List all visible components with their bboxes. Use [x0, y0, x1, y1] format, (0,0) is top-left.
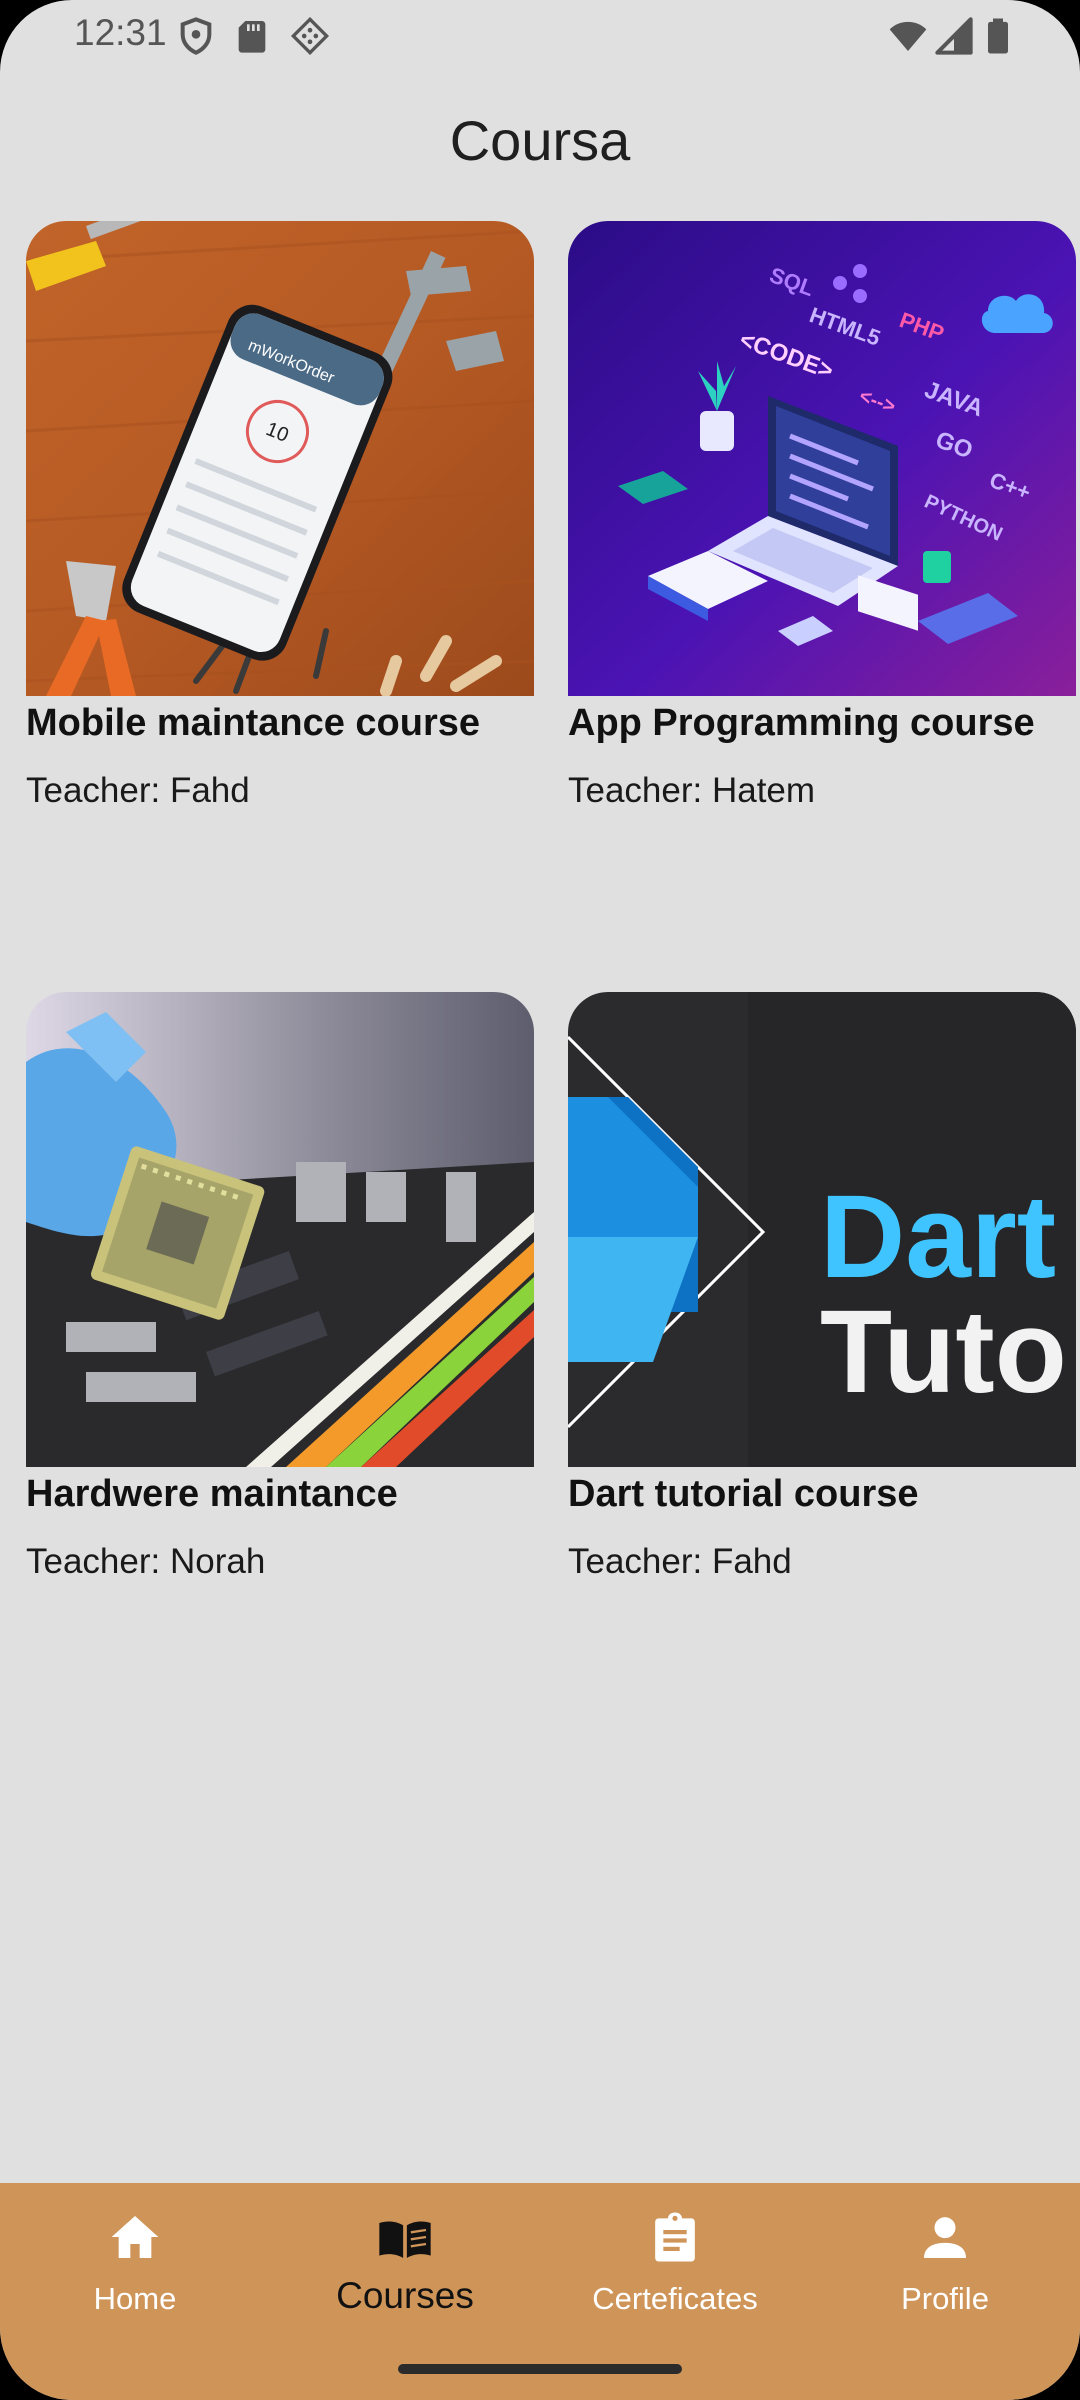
course-image-phone-on-wood[interactable]: mWorkOrder 10: [26, 221, 534, 696]
nav-item-home[interactable]: Home: [0, 2209, 270, 2339]
home-indicator[interactable]: [398, 2364, 682, 2374]
course-card-app-programming[interactable]: SQL HTML5 <CODE> PHP JAVA GO C++ PYTHON …: [568, 221, 1076, 811]
nav-label-certificates: Certeficates: [592, 2281, 758, 2316]
nav-item-certificates[interactable]: Certeficates: [540, 2209, 810, 2339]
battery-icon: [988, 18, 1008, 54]
nav-label-home: Home: [93, 2281, 177, 2316]
dart-image-word: Dart: [820, 1171, 1056, 1303]
course-teacher: Teacher: Fahd: [568, 1542, 792, 1581]
course-card-dart-tutorial[interactable]: Dart Tuto Dart tutorial course Teacher: …: [568, 992, 1076, 1582]
tuto-image-word: Tuto: [820, 1286, 1067, 1418]
course-image-dart-logo[interactable]: Dart Tuto: [568, 992, 1076, 1467]
clipboard-icon: [655, 2212, 695, 2262]
signal-icon: [935, 17, 973, 55]
nav-label-profile: Profile: [901, 2281, 989, 2316]
course-title[interactable]: Mobile maintance course: [26, 702, 534, 745]
status-bar: 12:31: [0, 0, 1080, 72]
course-title[interactable]: Hardwere maintance: [26, 1473, 534, 1516]
home-icon: [111, 2216, 159, 2258]
status-time: 12:31: [74, 12, 167, 53]
book-icon: [379, 2221, 431, 2258]
page-title: Coursa: [449, 109, 631, 172]
sd-card-icon: [238, 21, 266, 53]
shield-icon: [180, 17, 212, 55]
nav-item-profile[interactable]: Profile: [810, 2209, 1080, 2339]
course-card-hardware-maintenance[interactable]: Hardwere maintance Teacher: Norah: [26, 992, 534, 1582]
nav-label-courses: Courses: [336, 2275, 474, 2316]
nav-item-courses[interactable]: Courses: [270, 2209, 540, 2339]
cpu-chip-image: [26, 992, 534, 1467]
dart-logo-image: Dart Tuto: [568, 992, 1076, 1467]
course-teacher: Teacher: Fahd: [26, 771, 250, 810]
course-title[interactable]: Dart tutorial course: [568, 1473, 1076, 1516]
course-image-isometric-laptop[interactable]: SQL HTML5 <CODE> PHP JAVA GO C++ PYTHON …: [568, 221, 1076, 696]
wifi-icon: [889, 21, 927, 51]
course-image-cpu-chip[interactable]: [26, 992, 534, 1467]
person-icon: [924, 2217, 966, 2258]
course-teacher: Teacher: Norah: [26, 1542, 266, 1581]
phone-on-wood-image: mWorkOrder 10: [26, 221, 534, 696]
diamond-grid-icon: [290, 16, 330, 56]
course-title[interactable]: App Programming course: [568, 702, 1076, 745]
isometric-laptop-image: SQL HTML5 <CODE> PHP JAVA GO C++ PYTHON …: [568, 221, 1076, 696]
course-card-mobile-maintenance[interactable]: mWorkOrder 10 Mobile maintance course Te…: [26, 221, 534, 811]
phone-screen: 12:31 Coursa mWorkOrder 10 Mobile mainta…: [0, 0, 1080, 2400]
course-teacher: Teacher: Hatem: [568, 771, 816, 810]
